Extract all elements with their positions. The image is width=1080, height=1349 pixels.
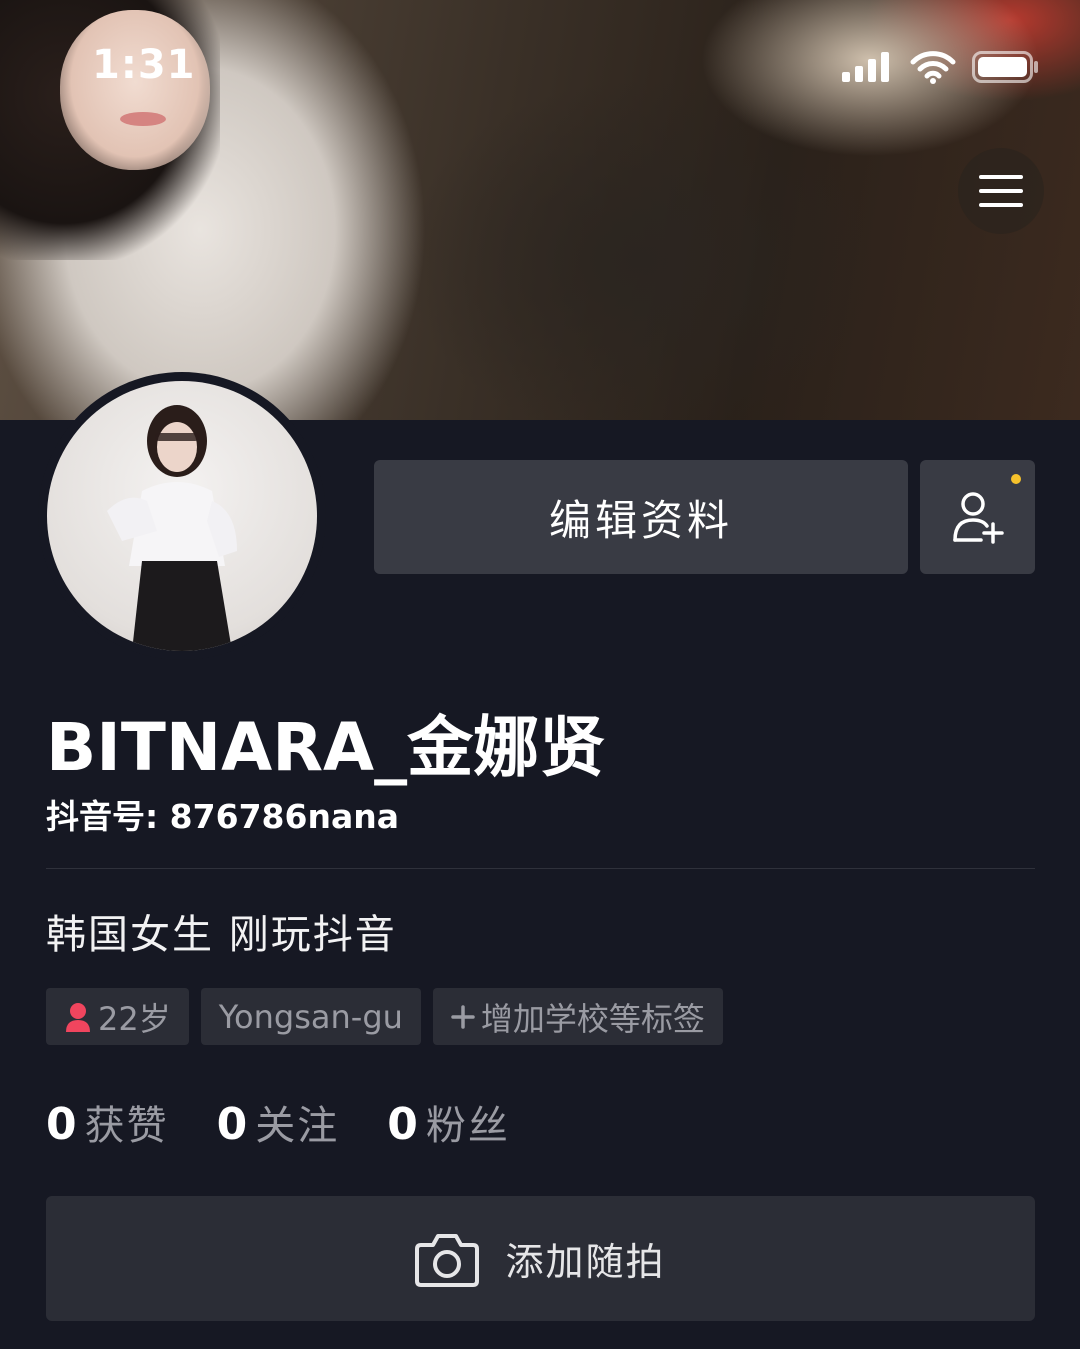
avatar[interactable]	[47, 381, 317, 651]
notification-dot	[1011, 474, 1021, 484]
profile-stats: 0 获赞 0 关注 0 粉丝	[46, 1092, 558, 1152]
likes-count: 0	[46, 1099, 77, 1150]
status-time: 1:31	[92, 42, 196, 88]
likes-label: 获赞	[84, 1103, 169, 1149]
age-label: 22岁	[98, 999, 171, 1038]
female-icon	[66, 1002, 90, 1032]
add-tag-label: 增加学校等标签	[480, 999, 705, 1038]
wifi-icon	[910, 51, 956, 84]
add-friend-button[interactable]	[920, 460, 1035, 574]
battery-icon	[972, 51, 1038, 83]
add-snap-label: 添加随拍	[505, 1240, 666, 1284]
add-friend-icon	[952, 492, 1004, 544]
avatar-frame	[38, 372, 326, 660]
profile-nickname: BITNARA_金娜贤	[46, 709, 606, 786]
followers-stat[interactable]: 0 粉丝	[387, 1093, 510, 1151]
following-count: 0	[216, 1099, 248, 1150]
likes-stat[interactable]: 0 获赞	[46, 1093, 169, 1151]
age-tag[interactable]: 22岁	[46, 988, 189, 1045]
cellular-signal-icon	[842, 52, 889, 82]
status-icons	[842, 50, 1040, 84]
cover-lips-shape	[120, 112, 166, 126]
profile-tags: 22岁 Yongsan-gu 增加学校等标签	[46, 988, 723, 1045]
add-tag-button[interactable]: 增加学校等标签	[432, 988, 723, 1045]
camera-icon	[415, 1233, 480, 1287]
location-label: Yongsan-gu	[218, 997, 403, 1036]
location-tag[interactable]: Yongsan-gu	[200, 988, 421, 1045]
menu-button[interactable]	[958, 148, 1044, 234]
following-stat[interactable]: 0 关注	[217, 1093, 340, 1151]
hamburger-menu-icon	[979, 175, 1023, 207]
divider	[46, 868, 1035, 869]
avatar-portrait-illustration	[107, 405, 237, 651]
cover-face-shape	[60, 10, 210, 170]
add-snap-button[interactable]: 添加随拍	[46, 1196, 1035, 1321]
followers-count: 0	[387, 1099, 418, 1150]
following-label: 关注	[255, 1103, 340, 1149]
edit-profile-button[interactable]: 编辑资料	[374, 460, 908, 574]
followers-label: 粉丝	[425, 1103, 510, 1149]
profile-bio[interactable]: 韩国女生 刚玩抖音	[46, 902, 397, 960]
plus-icon	[451, 1004, 475, 1029]
douyin-id[interactable]: 抖音号: 876786nana	[46, 790, 399, 838]
